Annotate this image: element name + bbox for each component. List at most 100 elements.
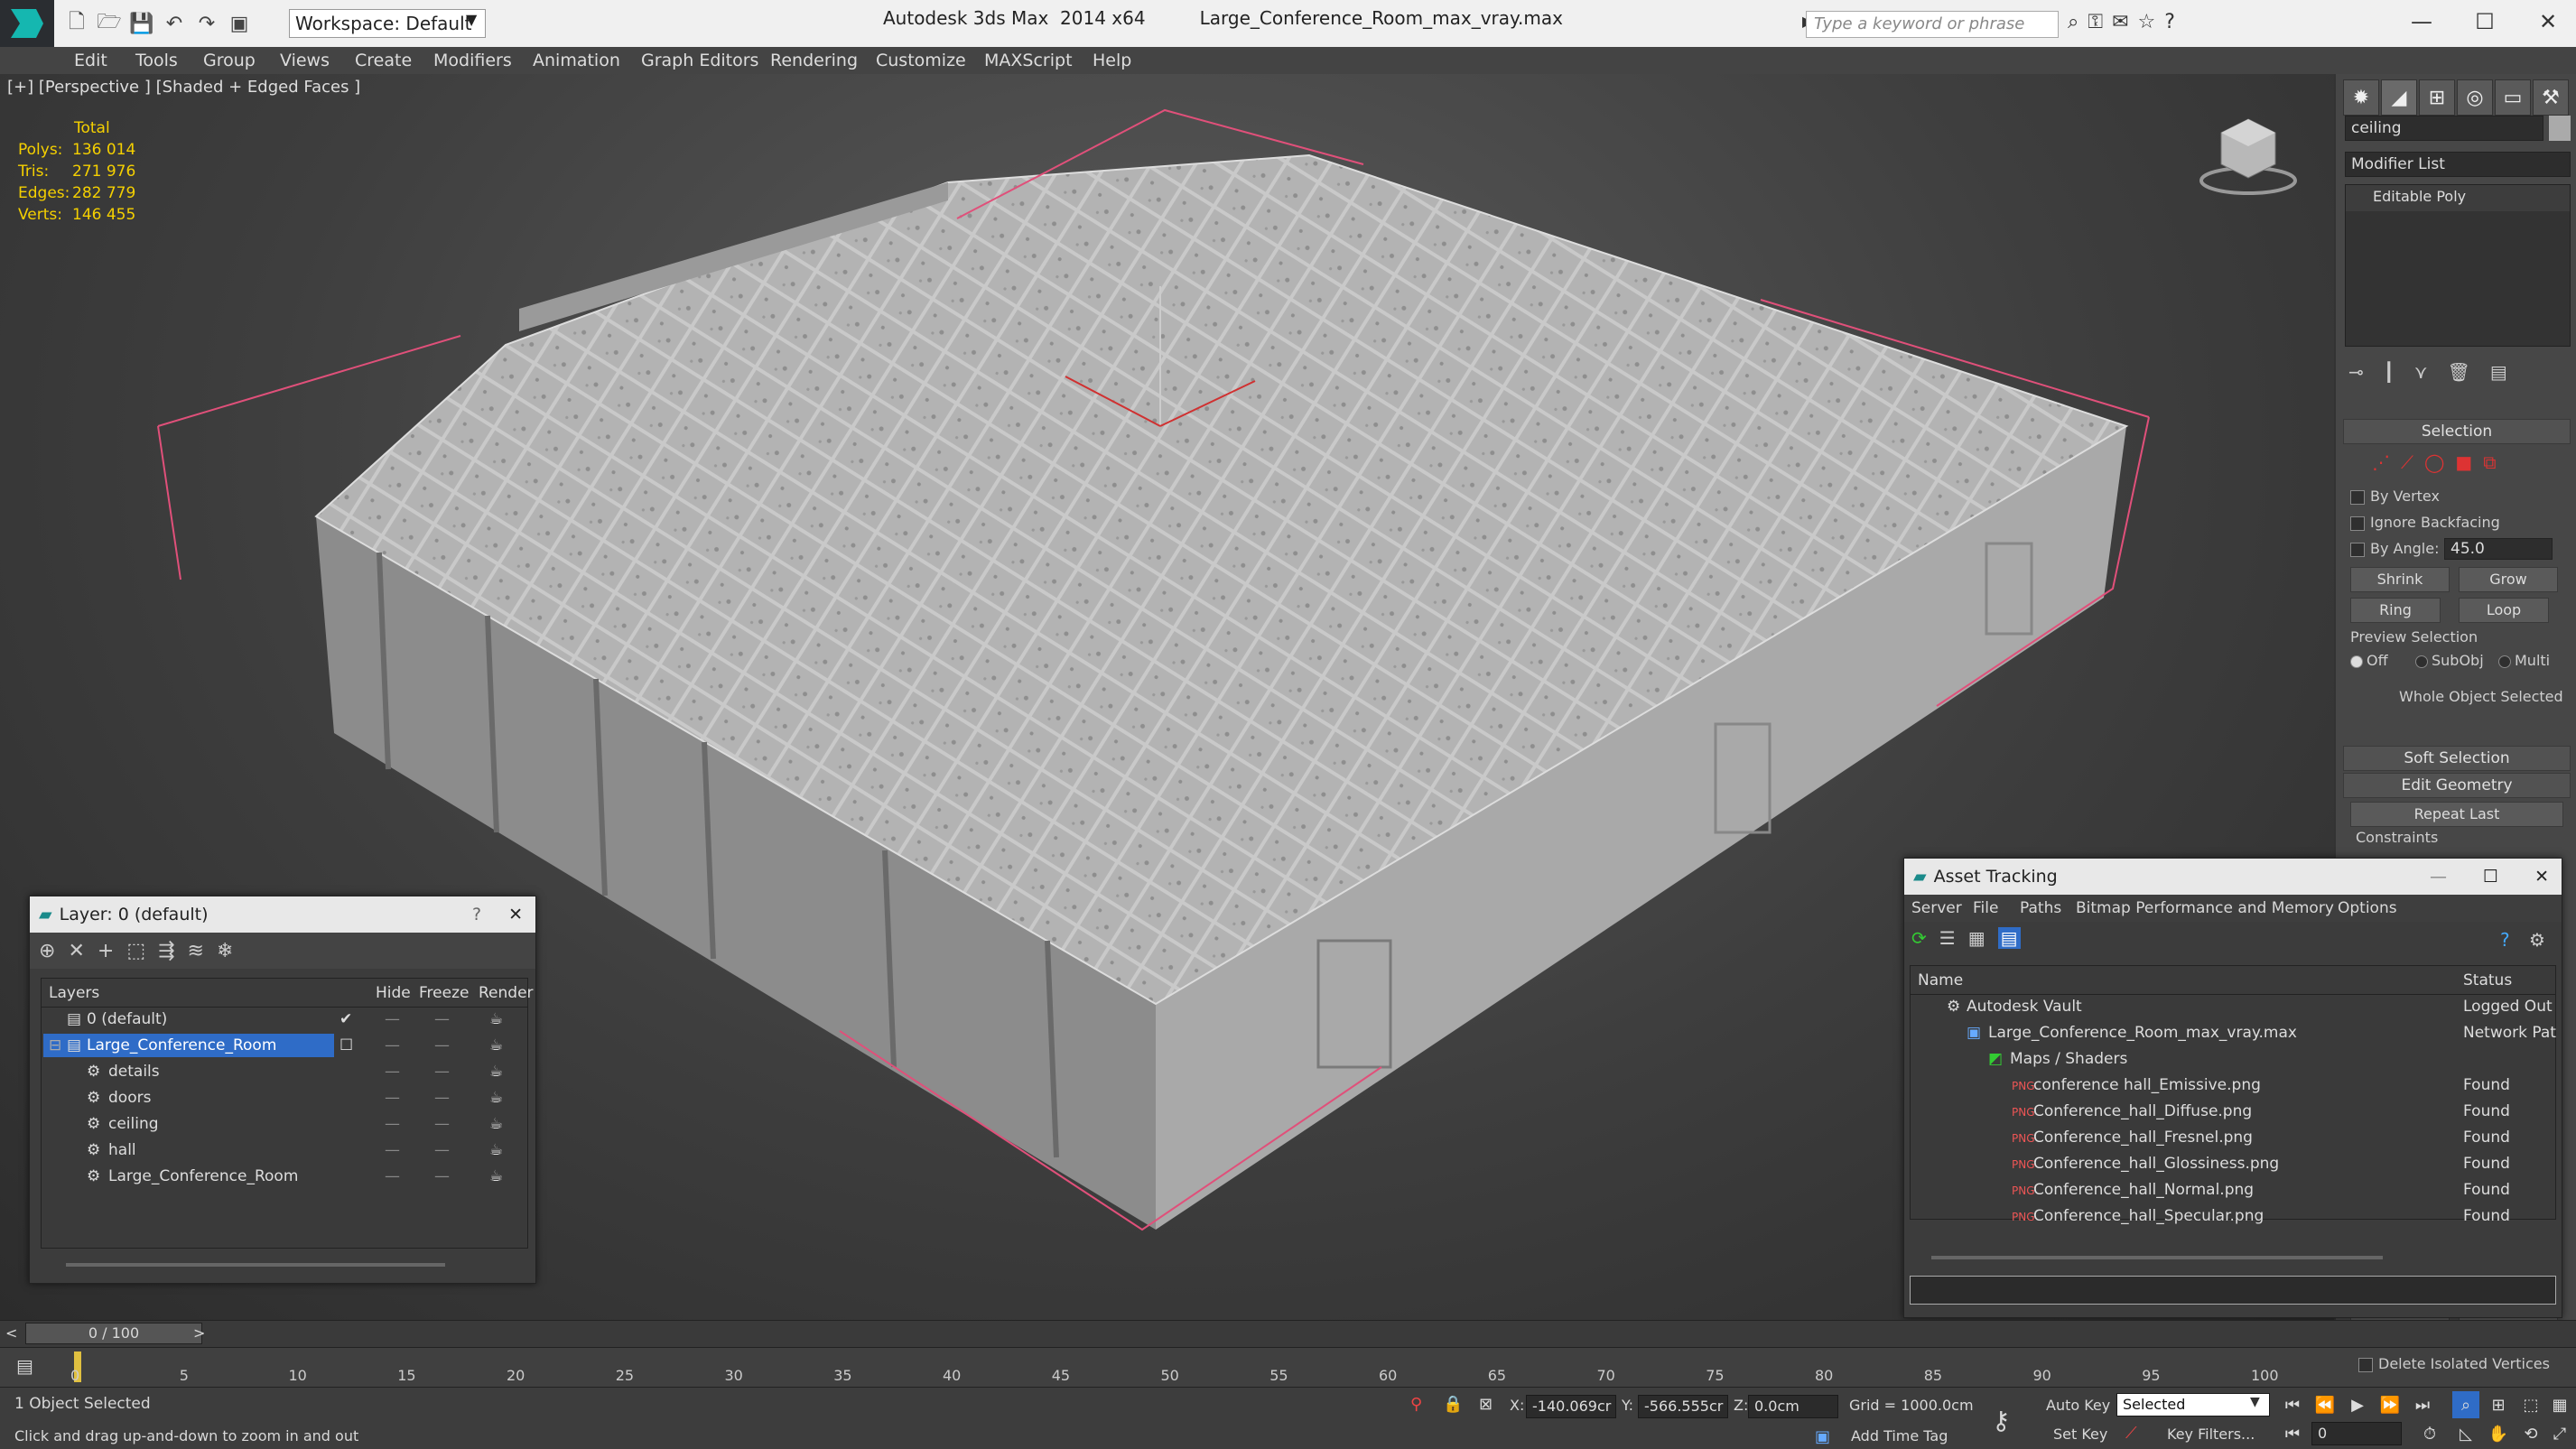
play-icon[interactable]: ▶	[2344, 1391, 2371, 1418]
app-logo-icon[interactable]	[0, 0, 54, 47]
stack-item-editable-poly[interactable]: Editable Poly	[2346, 185, 2570, 211]
time-prev-icon[interactable]: <	[5, 1324, 17, 1342]
favorites-icon[interactable]: ☆	[2138, 11, 2156, 33]
isolate-icon[interactable]: ⚲	[1410, 1395, 1422, 1414]
menu-group[interactable]: Group	[203, 51, 256, 70]
edit-geometry-rollout-header[interactable]: Edit Geometry	[2343, 773, 2571, 798]
border-mode-icon[interactable]: ◯	[2424, 451, 2444, 473]
mini-curve-editor-icon[interactable]: ▤	[16, 1355, 33, 1377]
subscription-icon[interactable]: ⚿	[2088, 11, 2103, 33]
x-coordinate-field[interactable]: -140.069cr	[1526, 1395, 1616, 1418]
asset-row[interactable]: PNG conference hall_Emissive.png Found	[1911, 1073, 2555, 1100]
shrink-button[interactable]: Shrink	[2350, 567, 2450, 592]
project-folder-icon[interactable]: ▣	[226, 10, 253, 37]
asset-close-icon[interactable]: ✕	[2534, 867, 2549, 887]
layer-horizontal-scrollbar[interactable]	[66, 1263, 445, 1267]
maximize-viewport-icon[interactable]: ⤢	[2546, 1420, 2573, 1447]
save-icon[interactable]: 💾	[128, 10, 155, 37]
teapot-icon[interactable]: ☕	[489, 1167, 503, 1185]
asset-settings-icon[interactable]: ⚙	[2529, 929, 2545, 951]
menu-rendering[interactable]: Rendering	[770, 51, 858, 70]
hierarchy-tab-icon[interactable]: ⊞	[2419, 79, 2455, 116]
set-key-mode-icon[interactable]: ⟋	[2125, 1424, 2137, 1443]
asset-row[interactable]: ◩ Maps / Shaders	[1911, 1047, 2555, 1073]
z-coordinate-field[interactable]: 0.0cm	[1748, 1395, 1838, 1418]
track-bar[interactable]: ▤ 0 5 10 15 20 25 30 35 40 45 50 55 60 6…	[0, 1347, 2576, 1387]
layer-row[interactable]: ▤ 0 (default) ✔ — — ☕	[42, 1008, 527, 1034]
workspace-dropdown[interactable]: Workspace: Default	[289, 9, 486, 38]
current-frame-field[interactable]: 0	[2311, 1422, 2402, 1445]
modifier-list-dropdown[interactable]: Modifier List	[2345, 152, 2571, 177]
select-objects-icon[interactable]: ⬚	[126, 940, 145, 962]
asset-menu-paths[interactable]: Paths	[2020, 899, 2061, 917]
new-layer-icon[interactable]: ⊕	[39, 940, 55, 962]
field-of-view-icon[interactable]: ◺	[2452, 1420, 2479, 1447]
set-key-button[interactable]: Set Key	[2053, 1426, 2107, 1443]
go-to-start-icon[interactable]: ⏮	[2279, 1391, 2306, 1418]
layer-row[interactable]: ⚙ details — — ☕	[42, 1060, 527, 1086]
highlight-layer-icon[interactable]: ⇶	[158, 940, 174, 962]
selection-rollout-header[interactable]: Selection	[2343, 419, 2571, 444]
menu-customize[interactable]: Customize	[876, 51, 966, 70]
grow-button[interactable]: Grow	[2459, 567, 2558, 592]
active-layer-check-icon[interactable]: ✔	[339, 1010, 352, 1028]
asset-row[interactable]: ▣ Large_Conference_Room_max_vray.max Netwo…	[1911, 1021, 2556, 1047]
menu-modifiers[interactable]: Modifiers	[433, 51, 512, 70]
preview-multi-radio[interactable]: Multi	[2498, 652, 2550, 669]
layer-row[interactable]: ⚙ doors — — ☕	[42, 1086, 527, 1112]
pin-stack-icon[interactable]: ⊸	[2348, 361, 2364, 383]
menu-edit[interactable]: Edit	[74, 51, 107, 70]
freeze-all-icon[interactable]: ❄	[217, 940, 233, 962]
asset-row[interactable]: PNG Conference_hall_Specular.png Found	[1911, 1204, 2555, 1231]
time-slider[interactable]: < 0 / 100 >	[0, 1320, 2576, 1347]
menu-graph-editors[interactable]: Graph Editors	[641, 51, 758, 70]
layer-row[interactable]: ⚙ hall — — ☕	[42, 1138, 527, 1165]
layer-close-icon[interactable]: ✕	[508, 905, 523, 924]
asset-help-icon[interactable]: ?	[2500, 929, 2510, 951]
menu-animation[interactable]: Animation	[533, 51, 620, 70]
object-name-input[interactable]: ceiling	[2345, 116, 2543, 141]
layers-column-header[interactable]: Layers	[49, 984, 99, 1002]
status-column-header[interactable]: Status	[2463, 971, 2512, 989]
ring-button[interactable]: Ring	[2350, 598, 2441, 623]
selection-lock-icon[interactable]: 🔒	[1443, 1395, 1463, 1414]
create-tab-icon[interactable]: ✹	[2343, 79, 2379, 116]
absolute-mode-icon[interactable]: ⊠	[1479, 1395, 1493, 1414]
polygon-mode-icon[interactable]: ■	[2455, 451, 2472, 473]
object-color-swatch[interactable]	[2549, 116, 2571, 141]
delete-layer-icon[interactable]: ✕	[68, 940, 84, 962]
search-input[interactable]: Type a keyword or phrase	[1806, 11, 2059, 38]
layer-row[interactable]: ⚙ Large_Conference_Room — — ☕	[42, 1165, 527, 1191]
make-unique-icon[interactable]: ⋎	[2414, 361, 2428, 383]
communication-icon[interactable]: ✉	[2112, 11, 2128, 33]
layer-checkbox[interactable]: ☐	[339, 1036, 353, 1054]
pan-icon[interactable]: ✋	[2485, 1420, 2512, 1447]
preview-subobj-radio[interactable]: SubObj	[2415, 652, 2484, 669]
element-mode-icon[interactable]: ⧉	[2483, 451, 2496, 473]
time-next-icon[interactable]: >	[193, 1324, 205, 1342]
teapot-icon[interactable]: ☕	[489, 1115, 503, 1133]
help-icon[interactable]: ?	[2164, 11, 2175, 33]
redo-icon[interactable]: ↷	[193, 10, 220, 37]
asset-row[interactable]: PNG Conference_hall_Diffuse.png Found	[1911, 1100, 2555, 1126]
previous-frame-icon[interactable]: ⏪	[2311, 1391, 2339, 1418]
configure-sets-icon[interactable]: ▤	[2490, 361, 2507, 383]
menu-create[interactable]: Create	[355, 51, 412, 70]
name-column-header[interactable]: Name	[1918, 971, 1963, 989]
add-to-layer-icon[interactable]: +	[98, 940, 114, 962]
list-view-icon[interactable]: ☰	[1939, 927, 1956, 949]
table-view-icon[interactable]: ▤	[1997, 927, 2021, 949]
undo-icon[interactable]: ↶	[161, 10, 188, 37]
teapot-icon[interactable]: ☕	[489, 1063, 503, 1081]
teapot-icon[interactable]: ☕	[489, 1010, 503, 1028]
asset-menu-server[interactable]: Server	[1911, 899, 1962, 917]
remove-modifier-icon[interactable]: 🗑	[2447, 361, 2469, 383]
hide-column-header[interactable]: Hide	[376, 984, 411, 1002]
viewport-label[interactable]: [+] [Perspective ] [Shaded + Edged Faces…	[7, 78, 360, 97]
layer-help-icon[interactable]: ?	[472, 905, 481, 924]
delete-isolated-checkbox[interactable]: Delete Isolated Vertices	[2358, 1355, 2550, 1372]
close-icon[interactable]: ✕	[2521, 4, 2575, 40]
y-coordinate-field[interactable]: -566.555cr	[1638, 1395, 1728, 1418]
asset-menu-options[interactable]: Options	[2338, 899, 2397, 917]
zoom-extents-all-icon[interactable]: ▦	[2546, 1391, 2573, 1418]
